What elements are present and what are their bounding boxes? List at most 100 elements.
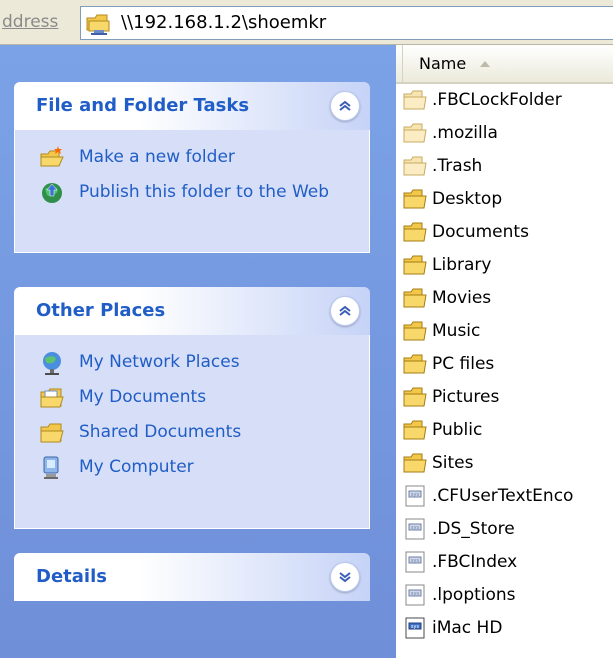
chevron-down-icon [339,572,351,583]
network-places-icon [43,352,61,375]
svg-text:sys: sys [411,591,420,597]
hidden-folder-icon [403,123,427,142]
address-label: ddress [2,12,59,32]
file-row[interactable]: sys .DS_Store [396,512,613,545]
chevron-up-icon [339,305,351,316]
file-row[interactable]: PC files [396,347,613,380]
file-row[interactable]: sys .CFUserTextEnco [396,479,613,512]
file-row[interactable]: Movies [396,281,613,314]
file-row[interactable]: Documents [396,215,613,248]
folder-icon [403,321,427,340]
publish-web-icon [42,183,62,203]
file-row[interactable]: Pictures [396,380,613,413]
system-file-icon: sys [405,551,425,572]
file-name: .Trash [432,155,483,176]
system-file-icon: sys [405,617,425,638]
my-computer-icon [43,456,59,479]
sort-ascending-icon [480,61,490,67]
file-row[interactable]: sys iMac HD [396,611,613,644]
address-field[interactable]: \\192.168.1.2\shoemkr [80,6,613,40]
network-folder-icon [86,14,110,35]
folder-icon [403,387,427,406]
file-name: .mozilla [432,122,498,143]
file-name: .FBCIndex [432,551,518,572]
system-file-icon: sys [405,485,425,506]
panel-title: File and Folder Tasks [36,95,250,116]
file-name: iMac HD [432,617,503,638]
place-my-network-places[interactable]: My Network Places [15,347,369,382]
file-name: Documents [432,221,529,242]
chevron-up-icon [339,100,351,111]
place-label: My Network Places [79,352,240,372]
file-name: Sites [432,452,474,473]
address-path: \\192.168.1.2\shoemkr [121,12,327,33]
collapse-button[interactable] [330,296,360,326]
folder-icon [403,288,427,307]
file-name: .CFUserTextEnco [432,485,574,506]
other-places-panel: Other Places My Network Places My Docume… [14,287,370,529]
svg-text:sys: sys [411,492,420,498]
task-publish-folder[interactable]: Publish this folder to the Web [15,177,369,212]
folder-icon [403,420,427,439]
place-my-computer[interactable]: My Computer [15,452,369,487]
svg-text:sys: sys [411,624,420,630]
file-row[interactable]: Library [396,248,613,281]
file-row[interactable]: Sites [396,446,613,479]
file-name: Library [432,254,492,275]
file-row[interactable]: sys .lpoptions [396,578,613,611]
folder-icon [403,453,427,472]
task-make-new-folder[interactable]: Make a new folder [15,142,369,177]
panel-body: My Network Places My Documents Shared Do… [14,335,370,529]
file-row[interactable]: .mozilla [396,116,613,149]
task-pane: File and Folder Tasks Make a new folder [0,45,396,658]
file-row[interactable]: .FBCLockFolder [396,83,613,116]
file-row[interactable]: sys .FBCIndex [396,545,613,578]
details-panel: Details [14,553,370,601]
place-label: Shared Documents [79,422,242,442]
hidden-folder-icon [403,90,427,109]
column-header: Name [396,45,613,84]
file-row[interactable]: Music [396,314,613,347]
panel-header[interactable]: Details [14,553,370,601]
address-bar: ddress \\192.168.1.2\shoemkr [0,0,613,45]
collapse-button[interactable] [330,91,360,121]
file-row[interactable]: Public [396,413,613,446]
folder-icon [403,222,427,241]
column-name-label: Name [419,54,467,73]
file-name: Public [432,419,483,440]
folder-icon [403,255,427,274]
file-rows: .FBCLockFolder .mozilla .Trash Desktop Docum… [396,83,613,644]
panel-title: Other Places [36,300,166,321]
system-file-icon: sys [405,518,425,539]
place-shared-documents[interactable]: Shared Documents [15,417,369,452]
folder-icon [403,189,427,208]
my-documents-icon [40,388,64,408]
system-file-icon: sys [405,584,425,605]
panel-header[interactable]: File and Folder Tasks [14,82,370,130]
panel-header[interactable]: Other Places [14,287,370,335]
new-folder-icon [40,146,64,167]
file-name: Music [432,320,481,341]
file-list: Name .FBCLockFolder .mozilla .Trash Desktop… [396,45,613,658]
svg-text:sys: sys [411,525,420,531]
panel-title: Details [36,566,107,587]
place-my-documents[interactable]: My Documents [15,382,369,417]
file-name: Movies [432,287,492,308]
place-label: My Computer [79,457,194,477]
column-name-header[interactable]: Name [402,45,613,82]
file-name: Desktop [432,188,503,209]
file-folder-tasks-panel: File and Folder Tasks Make a new folder [14,82,370,253]
task-label: Publish this folder to the Web [79,182,330,202]
file-row[interactable]: .Trash [396,149,613,182]
svg-text:sys: sys [411,558,420,564]
file-name: Pictures [432,386,500,407]
shared-documents-icon [40,423,64,443]
folder-icon [403,354,427,373]
panel-body: Make a new folder Publish this folder to… [14,130,370,253]
hidden-folder-icon [403,156,427,175]
file-name: PC files [432,353,495,374]
file-name: .lpoptions [432,584,516,605]
file-row[interactable]: Desktop [396,182,613,215]
file-name: .DS_Store [432,518,515,539]
expand-button[interactable] [330,562,360,592]
